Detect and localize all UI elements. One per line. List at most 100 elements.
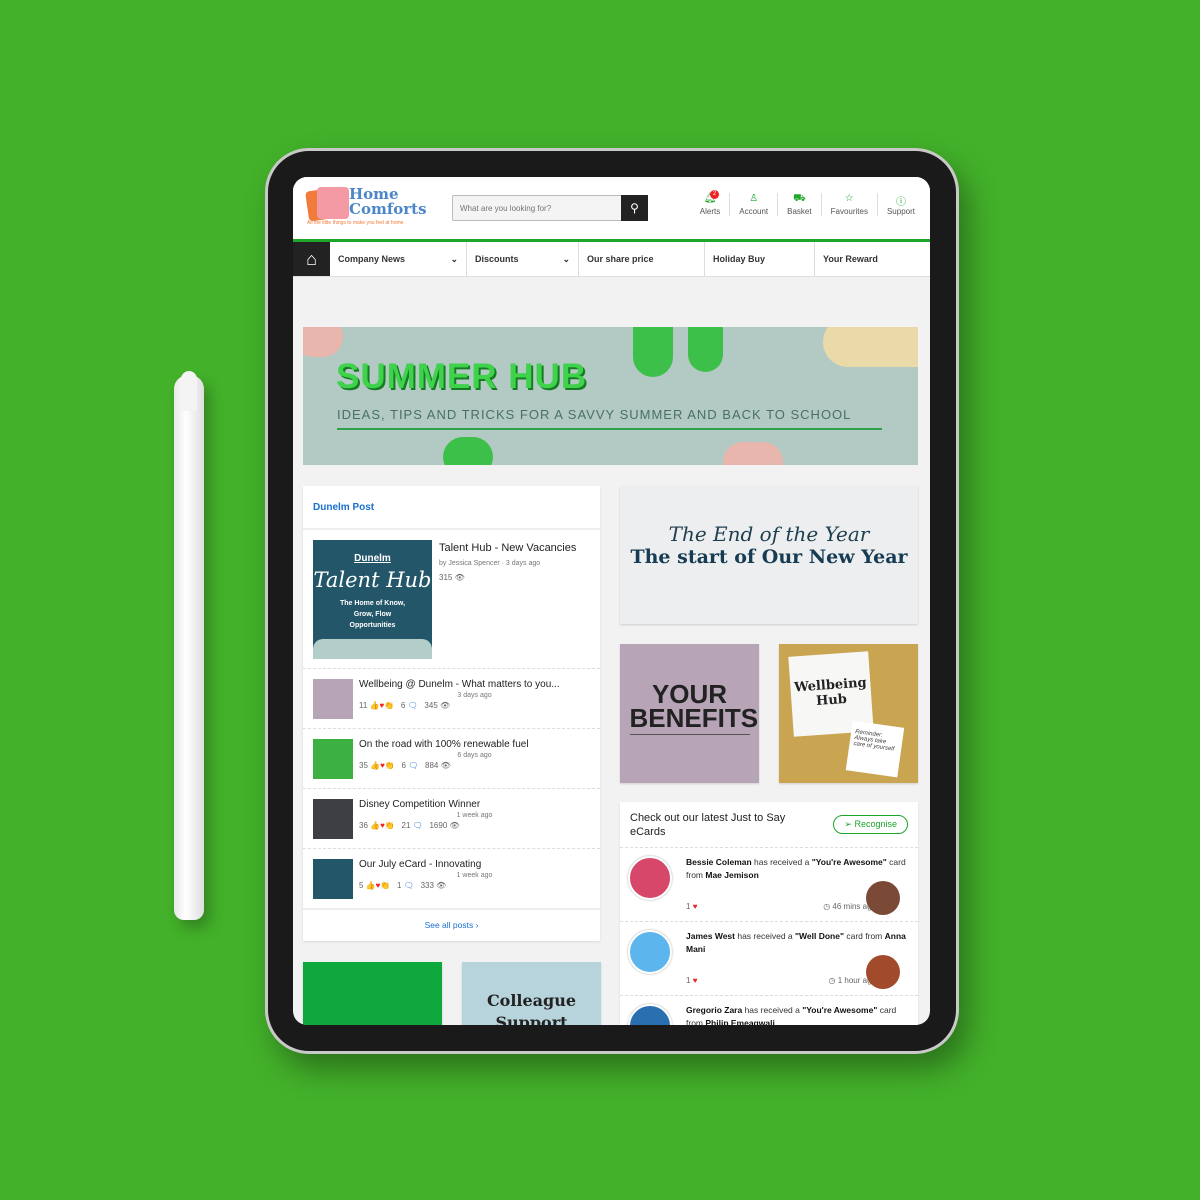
- reaction-count: 11: [359, 701, 368, 710]
- card-name: "Well Done": [795, 931, 844, 941]
- post-thumbnail: [313, 859, 353, 899]
- post-title[interactable]: Disney Competition Winner: [359, 799, 590, 810]
- basket-button[interactable]: ⛟ Basket: [777, 193, 820, 216]
- eye-icon: 👁︎: [436, 881, 447, 890]
- header: Home Comforts All the little things to ma…: [293, 177, 930, 242]
- support-button[interactable]: ⓘ Support: [876, 193, 924, 216]
- post-thumbnail: [313, 799, 353, 839]
- brand-line2: Comforts: [349, 200, 427, 218]
- post-title[interactable]: Talent Hub - New Vacancies: [439, 540, 576, 556]
- search-bar: ⚲: [452, 195, 648, 221]
- basket-icon: ⛟: [793, 193, 806, 204]
- send-icon: ➢: [844, 819, 852, 829]
- colleague-support-tile[interactable]: Colleague Support: [462, 962, 601, 1025]
- label: Alerts: [699, 207, 721, 216]
- comment-count: 6: [400, 701, 406, 710]
- recipient-avatar: [628, 930, 672, 974]
- alerts-button[interactable]: 🔔︎ 2 Alerts: [691, 190, 729, 216]
- post-list-item[interactable]: Wellbeing @ Dunelm - What matters to you…: [303, 668, 600, 728]
- main-nav: ⌂ Company News ⌄ Discounts ⌄ Our share pri…: [293, 242, 930, 277]
- your-benefits-tile[interactable]: YOUR BENEFITS: [620, 644, 759, 783]
- post-time: 1 week ago: [456, 872, 493, 879]
- post-thumbnail: [313, 679, 353, 719]
- ecard-item[interactable]: Gregorio Zara has received a "You're Awe…: [620, 995, 918, 1025]
- banner-subtitle: IDEAS, TIPS AND TRICKS FOR A SAVVY SUMME…: [337, 407, 882, 430]
- post-title[interactable]: On the road with 100% renewable fuel: [359, 739, 590, 750]
- nav-company-news[interactable]: Company News ⌄: [330, 242, 467, 276]
- sender-avatar: [866, 881, 900, 915]
- reaction-icons: 👍♥👏: [370, 821, 395, 830]
- sender-name[interactable]: Philip Emeagwali: [705, 1018, 774, 1025]
- label: Favourites: [830, 207, 868, 216]
- post-time: 1 week ago: [456, 812, 493, 819]
- recipient-name[interactable]: Bessie Coleman: [686, 857, 752, 867]
- text: has received a: [751, 857, 812, 867]
- label: Support: [886, 207, 915, 216]
- eye-icon: 👁︎: [454, 573, 465, 582]
- featured-post[interactable]: Dunelm Talent Hub The Home of Know, Grow…: [303, 528, 600, 668]
- account-button[interactable]: ♙ Account: [729, 193, 777, 216]
- ecard-item[interactable]: Bessie Coleman has received a "You're Aw…: [620, 847, 918, 921]
- search-button[interactable]: ⚲: [621, 195, 648, 221]
- stylus-pencil: [174, 371, 204, 920]
- label: Discounts: [475, 254, 519, 264]
- comment-count: 21: [401, 821, 411, 830]
- recipient-avatar: [628, 1004, 672, 1025]
- search-input[interactable]: [453, 196, 621, 220]
- view-count: 315: [439, 573, 453, 582]
- reaction-count: 36: [359, 821, 368, 830]
- sender-avatar: [866, 955, 900, 989]
- nav-holiday-buy[interactable]: Holiday Buy: [705, 242, 815, 276]
- reaction-icons: 👍♥👏: [370, 761, 395, 770]
- nav-your-reward[interactable]: Your Reward: [815, 242, 930, 276]
- promo-headline: The start of Our New Year: [630, 546, 908, 568]
- post-list-item[interactable]: Disney Competition Winner 1 week ago 36 …: [303, 788, 600, 848]
- ecard-item[interactable]: James West has received a "Well Done" ca…: [620, 921, 918, 995]
- tile-label: YOUR BENEFITS: [629, 679, 759, 735]
- view-count: 333: [420, 881, 434, 890]
- wellbeing-hub-tile[interactable]: Wellbeing Hub Reminder: Always take care…: [779, 644, 918, 783]
- dunelm-post-card: Dunelm Post Dunelm Talent Hub The Home o…: [303, 486, 600, 941]
- home-icon: ⌂: [306, 249, 317, 269]
- reaction-icons: 👍♥👏: [369, 701, 395, 710]
- image-text: The Home of Know, Grow, Flow Opportuniti…: [339, 600, 406, 629]
- clock-icon: ◷: [828, 976, 836, 985]
- recipient-name[interactable]: Gregorio Zara: [686, 1005, 742, 1015]
- summer-hub-banner[interactable]: SUMMER HUB IDEAS, TIPS AND TRICKS FOR A …: [303, 327, 918, 465]
- post-meta: by Jessica Spencer · 3 days ago: [439, 560, 541, 567]
- post-list-item[interactable]: Our July eCard - Innovating 1 week ago 5…: [303, 848, 600, 908]
- post-thumbnail: [313, 739, 353, 779]
- comment-icon: 🗨︎: [412, 821, 423, 830]
- nav-discounts[interactable]: Discounts ⌄: [467, 242, 579, 276]
- post-time: 6 days ago: [457, 752, 492, 759]
- see-all-posts-link[interactable]: See all posts ›: [303, 908, 600, 940]
- chevron-down-icon: ⌄: [450, 254, 458, 264]
- post-title[interactable]: Wellbeing @ Dunelm - What matters to you…: [359, 679, 590, 690]
- sticky-note: Reminder: Always take care of yourself: [845, 720, 905, 778]
- card-title: Check out our latest Just to Say eCards: [630, 812, 786, 838]
- post-title[interactable]: Our July eCard - Innovating: [359, 859, 590, 870]
- ecards-card: Check out our latest Just to Say eCards …: [620, 802, 918, 1025]
- sender-name[interactable]: Mae Jemison: [705, 870, 758, 880]
- recognise-button[interactable]: ➢ Recognise: [833, 815, 908, 834]
- post-list-item[interactable]: On the road with 100% renewable fuel 6 d…: [303, 728, 600, 788]
- favourites-button[interactable]: ☆ Favourites: [820, 193, 877, 216]
- image-title: Talent Hub: [313, 568, 432, 592]
- text: has received a: [734, 931, 795, 941]
- new-year-promo[interactable]: The End of the Year The start of Our New…: [620, 486, 918, 624]
- user-icon: ♙: [749, 193, 759, 204]
- card-name: "You're Awesome": [802, 1005, 878, 1015]
- comment-count: 1: [397, 881, 402, 890]
- text: card from: [844, 931, 885, 941]
- clock-icon: ◷: [823, 902, 831, 911]
- text: has received a: [742, 1005, 803, 1015]
- nav-share-price[interactable]: Our share price: [579, 242, 705, 276]
- home-button[interactable]: ⌂: [293, 242, 330, 276]
- green-tile[interactable]: [303, 962, 442, 1025]
- reaction-count: 5: [359, 881, 364, 890]
- post-time: 3 days ago: [457, 692, 492, 699]
- recipient-name[interactable]: James West: [686, 931, 735, 941]
- heart-icon[interactable]: ♥: [693, 976, 698, 985]
- comment-icon: 🗨︎: [408, 761, 419, 770]
- heart-icon[interactable]: ♥: [693, 902, 698, 911]
